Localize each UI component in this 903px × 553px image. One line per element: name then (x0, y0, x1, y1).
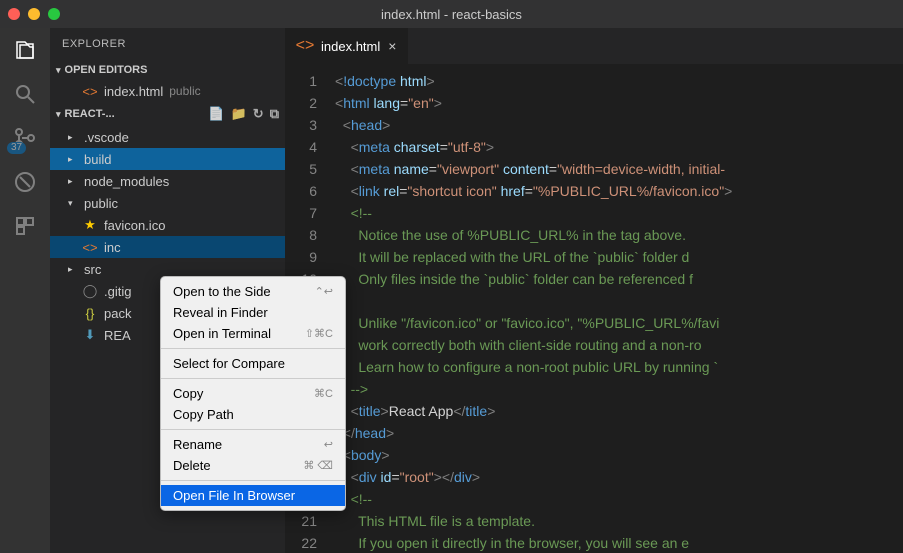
sidebar-title: EXPLORER (50, 28, 285, 60)
html-icon: <> (82, 239, 98, 255)
collapse-icon[interactable]: ⧉ (270, 106, 279, 122)
tab-index[interactable]: <> index.html × (285, 28, 409, 64)
debug-icon[interactable] (13, 170, 37, 194)
cm-reveal[interactable]: Reveal in Finder (161, 302, 345, 323)
markdown-icon: ⬇ (82, 327, 98, 343)
cm-rename[interactable]: Rename↩ (161, 434, 345, 455)
cm-compare[interactable]: Select for Compare (161, 353, 345, 374)
new-folder-icon[interactable]: 📁 (231, 106, 247, 122)
activity-bar: 37 (0, 28, 50, 553)
titlebar: index.html - react-basics (0, 0, 903, 28)
open-editor-item[interactable]: <> index.html public (50, 80, 285, 102)
cm-copy[interactable]: Copy⌘C (161, 383, 345, 404)
scm-badge: 37 (7, 142, 26, 154)
close-icon[interactable]: × (388, 38, 396, 54)
new-file-icon[interactable]: 📄 (208, 106, 224, 122)
github-icon: ◯ (82, 283, 98, 299)
window-title: index.html - react-basics (0, 7, 903, 22)
chevron-right-icon: ▸ (68, 132, 78, 143)
html-icon: <> (297, 38, 313, 54)
cm-open-side[interactable]: Open to the Side⌃↩ (161, 281, 345, 302)
context-menu: Open to the Side⌃↩ Reveal in Finder Open… (160, 276, 346, 511)
chevron-down-icon: ▾ (56, 65, 61, 76)
source-control-icon[interactable]: 37 (13, 126, 37, 150)
code-area[interactable]: 1<!doctype html>2<html lang="en">3 <head… (285, 64, 903, 553)
chevron-down-icon: ▾ (56, 109, 61, 120)
project-section[interactable]: ▾ REACT-... 📄 📁 ↻ ⧉ (50, 102, 285, 126)
search-icon[interactable] (13, 82, 37, 106)
file-index[interactable]: <>inc (50, 236, 285, 258)
chevron-right-icon: ▸ (68, 154, 78, 165)
folder-node-modules[interactable]: ▸node_modules (50, 170, 285, 192)
cm-delete[interactable]: Delete⌘ ⌫ (161, 455, 345, 476)
refresh-icon[interactable]: ↻ (253, 106, 264, 122)
extensions-icon[interactable] (13, 214, 37, 238)
star-icon: ★ (82, 217, 98, 233)
explorer-icon[interactable] (13, 38, 37, 62)
separator (161, 348, 345, 349)
cm-terminal[interactable]: Open in Terminal⇧⌘C (161, 323, 345, 344)
json-icon: {} (82, 305, 98, 321)
file-favicon[interactable]: ★favicon.ico (50, 214, 285, 236)
chevron-right-icon: ▸ (68, 264, 78, 275)
folder-public[interactable]: ▾public (50, 192, 285, 214)
folder-build[interactable]: ▸build (50, 148, 285, 170)
cm-copy-path[interactable]: Copy Path (161, 404, 345, 425)
separator (161, 480, 345, 481)
editor-tabs: <> index.html × (285, 28, 903, 64)
editor: <> index.html × 1<!doctype html>2<html l… (285, 28, 903, 553)
separator (161, 429, 345, 430)
folder-vscode[interactable]: ▸.vscode (50, 126, 285, 148)
separator (161, 378, 345, 379)
cm-open-browser[interactable]: Open File In Browser (161, 485, 345, 506)
chevron-right-icon: ▸ (68, 176, 78, 187)
html-icon: <> (82, 83, 98, 99)
open-editors-section[interactable]: ▾ OPEN EDITORS (50, 60, 285, 80)
chevron-down-icon: ▾ (68, 198, 78, 209)
